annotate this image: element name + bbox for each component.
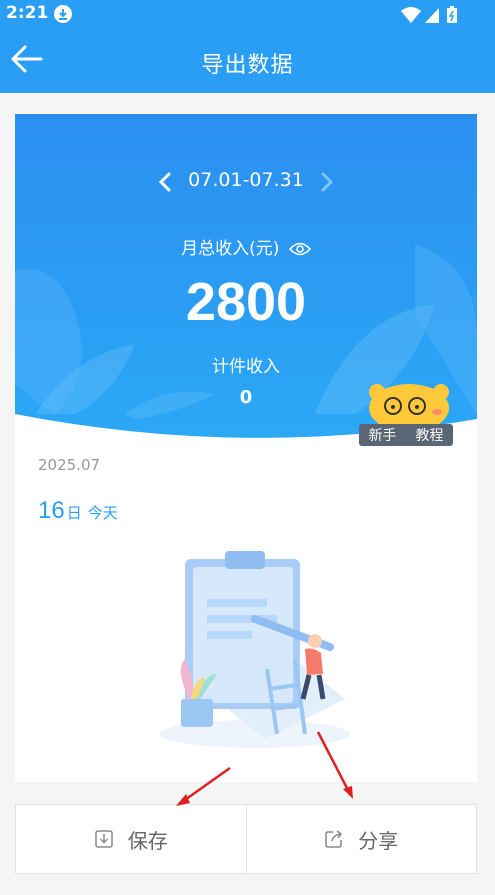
share-icon: [325, 830, 343, 848]
status-bar: 2:21: [0, 0, 495, 28]
month-total-label: 月总收入(元): [181, 239, 280, 259]
battery-icon: [447, 6, 457, 23]
eye-icon[interactable]: [288, 242, 311, 256]
chevron-left-icon[interactable]: [158, 172, 172, 192]
tutorial-button[interactable]: 新手 教程: [357, 380, 457, 448]
date-range-text: 07.01-07.31: [188, 169, 304, 191]
summary-panel: 07.01-07.31 月总收入(元) 2800 计件收入 0 新手 教程: [15, 114, 477, 454]
tutorial-word-tutorial: 教程: [415, 428, 444, 444]
action-bar: 保存 分享: [15, 804, 477, 874]
page-title: 导出数据: [201, 53, 294, 78]
status-icons: [401, 6, 463, 24]
wifi-icon: [401, 7, 421, 23]
tutorial-word-new: 新手: [368, 428, 397, 444]
save-button[interactable]: 保存: [16, 805, 246, 873]
share-label: 分享: [358, 828, 399, 853]
year-month: 2025.07: [38, 456, 101, 474]
day-number: 16: [38, 497, 65, 524]
piece-income-label: 计件收入: [212, 357, 280, 377]
tutorial-tag: 新手 教程: [359, 424, 453, 446]
download-icon: [54, 5, 72, 23]
share-button[interactable]: 分享: [245, 805, 477, 873]
empty-state-illustration: [160, 551, 350, 748]
signal-icon: [425, 8, 439, 23]
day-unit: 日: [66, 504, 82, 522]
chevron-right-icon[interactable]: [320, 172, 334, 192]
current-day: 16 日今天: [38, 497, 118, 525]
month-total-value: 2800: [185, 272, 307, 332]
export-card: 07.01-07.31 月总收入(元) 2800 计件收入 0 新手 教程 20…: [15, 114, 477, 782]
save-label: 保存: [127, 828, 168, 853]
bear-mascot-icon: [369, 384, 449, 430]
status-time: 2:21: [6, 3, 49, 23]
app-bar: 导出数据: [0, 28, 495, 93]
month-total-label-row: 月总收入(元): [15, 234, 477, 259]
download-box-icon: [95, 830, 113, 848]
today-label: 今天: [87, 504, 118, 522]
date-range-selector: 07.01-07.31: [15, 169, 477, 192]
